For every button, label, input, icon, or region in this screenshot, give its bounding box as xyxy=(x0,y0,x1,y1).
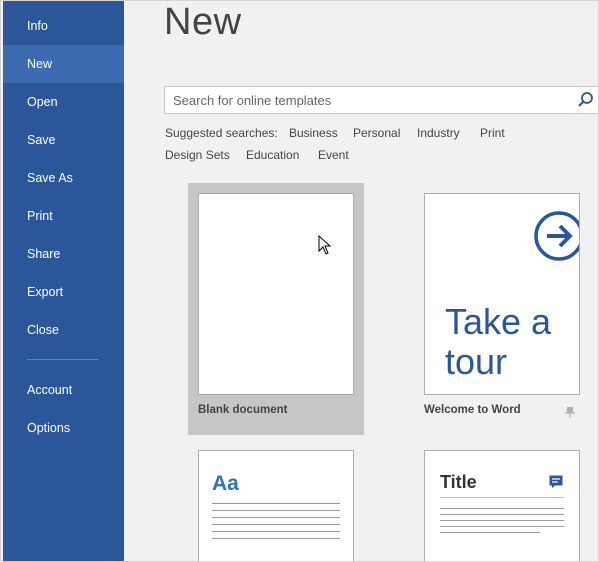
nav-item-info[interactable]: Info xyxy=(3,7,124,45)
nav-item-print[interactable]: Print xyxy=(3,197,124,235)
search-input[interactable] xyxy=(165,87,565,113)
text-line xyxy=(212,517,340,518)
nav-item-open[interactable]: Open xyxy=(3,83,124,121)
title-text: Title xyxy=(440,472,477,492)
suggested-link-business[interactable]: Business xyxy=(289,126,338,140)
mouse-cursor-icon xyxy=(318,234,332,260)
template-tile-blank-document[interactable]: Blank document xyxy=(188,183,364,435)
pin-icon[interactable] xyxy=(564,405,576,423)
text-line xyxy=(212,503,340,504)
suggested-link-personal[interactable]: Personal xyxy=(353,126,400,140)
divider-line xyxy=(440,497,564,498)
nav-item-close[interactable]: Close xyxy=(3,311,124,349)
text-line xyxy=(440,508,564,509)
text-line xyxy=(440,532,540,533)
template-tile-welcome-to-word[interactable]: Take a tour Welcome to Word xyxy=(414,183,590,435)
aa-text: Aa xyxy=(212,472,239,495)
suggested-link-industry[interactable]: Industry xyxy=(417,126,460,140)
text-line xyxy=(440,520,564,521)
nav-item-account[interactable]: Account xyxy=(3,371,124,409)
nav-item-share[interactable]: Share xyxy=(3,235,124,273)
template-label-blank: Blank document xyxy=(198,404,288,416)
text-line xyxy=(212,524,340,525)
text-line xyxy=(212,538,340,539)
comment-icon xyxy=(549,475,563,493)
nav-item-save[interactable]: Save xyxy=(3,121,124,159)
suggested-link-event[interactable]: Event xyxy=(318,148,349,162)
text-line xyxy=(440,526,564,527)
word-backstage-window: Info New Open Save Save As Print Share E… xyxy=(0,0,599,562)
suggested-link-education[interactable]: Education xyxy=(246,148,299,162)
nav-item-options[interactable]: Options xyxy=(3,409,124,447)
nav-item-save-as[interactable]: Save As xyxy=(3,159,124,197)
suggested-link-print[interactable]: Print xyxy=(480,126,505,140)
template-tile-aa[interactable]: Aa xyxy=(188,440,364,561)
page-title: New xyxy=(164,1,242,43)
sidebar-divider xyxy=(27,359,99,360)
suggested-link-design-sets[interactable]: Design Sets xyxy=(165,148,230,162)
text-line xyxy=(440,514,564,515)
arrow-right-circle-icon xyxy=(533,210,579,267)
suggested-searches-label: Suggested searches: xyxy=(165,126,278,140)
text-line xyxy=(212,531,340,532)
nav-item-export[interactable]: Export xyxy=(3,273,124,311)
take-a-tour-thumbnail: Take a tour xyxy=(424,193,580,395)
take-a-tour-text: Take a tour xyxy=(445,301,552,382)
backstage-sidebar: Info New Open Save Save As Print Share E… xyxy=(3,1,124,561)
template-tile-title[interactable]: Title xyxy=(414,440,590,561)
blank-document-thumbnail xyxy=(198,193,354,395)
template-search-box xyxy=(164,86,598,114)
title-template-thumbnail: Title xyxy=(424,450,580,561)
nav-item-new[interactable]: New xyxy=(3,45,124,83)
aa-template-thumbnail: Aa xyxy=(198,450,354,561)
text-line xyxy=(212,510,340,511)
template-label-welcome: Welcome to Word xyxy=(424,404,521,416)
search-icon[interactable] xyxy=(577,91,595,109)
